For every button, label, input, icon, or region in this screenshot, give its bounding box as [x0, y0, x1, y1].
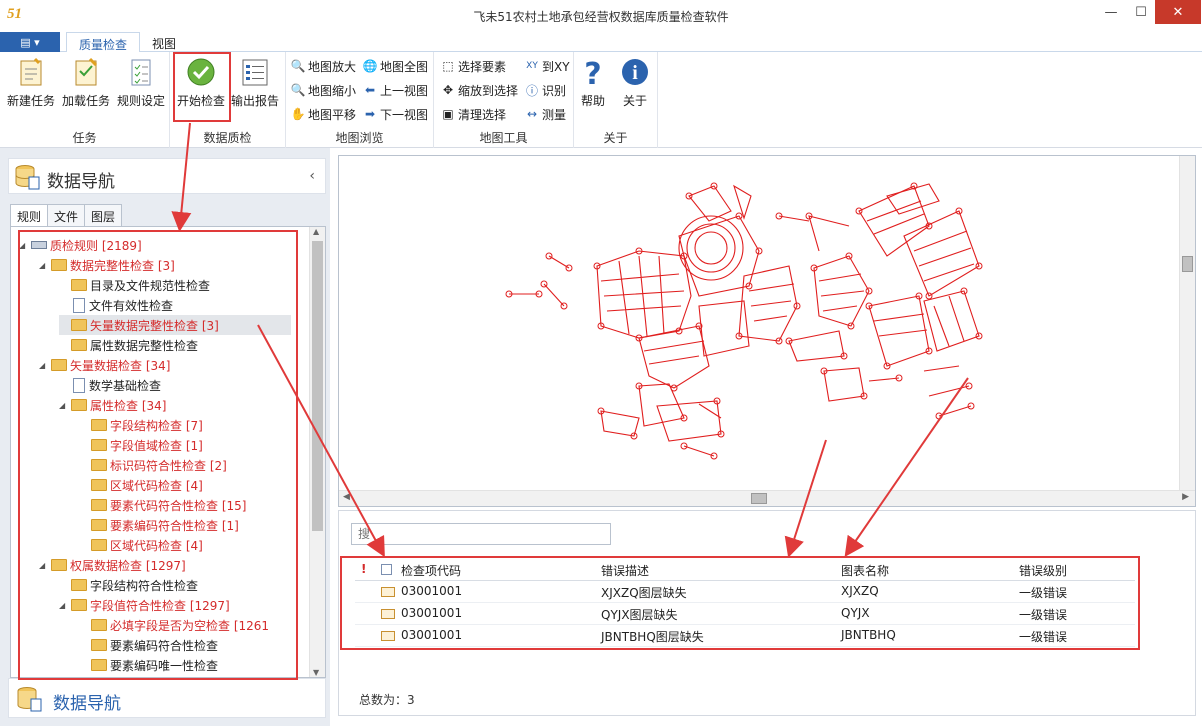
zoom-in-icon: 🔍 — [290, 59, 306, 73]
pan-button[interactable]: ✋ 地图平移 — [290, 103, 357, 125]
map-view[interactable]: ◀ ▶ — [338, 155, 1196, 507]
svg-text:?: ? — [584, 57, 601, 88]
tab-layers[interactable]: 图层 — [84, 204, 123, 226]
full-extent-button[interactable]: 🌐 地图全图 — [362, 55, 429, 77]
ribbon-group-task: 新建任务 加载任务 规则设定 任务 — [0, 52, 170, 148]
ribbon-group-label: 地图工具 — [479, 131, 528, 145]
ribbon-group-label: 关于 — [603, 131, 628, 145]
database-icon — [13, 163, 41, 194]
ribbon-group-about: ? 帮助 i 关于 关于 — [574, 52, 658, 148]
measure-button[interactable]: ↔ 测量 — [524, 103, 566, 125]
map-vertical-scrollbar[interactable] — [1179, 156, 1195, 490]
zoom-to-selection-button[interactable]: ✥ 缩放到选择 — [440, 79, 518, 101]
identify-button[interactable]: ⓘ 识别 — [524, 79, 566, 101]
svg-text:i: i — [632, 62, 638, 84]
zoom-out-icon: 🔍 — [290, 83, 306, 97]
window-title: 飞未51农村土地承包经营权数据库质量检查软件 — [473, 10, 729, 24]
collapse-chevron-icon[interactable]: ‹ — [309, 168, 315, 184]
total-count: 总数为：3 — [359, 693, 415, 707]
parcel-features — [509, 183, 980, 457]
scrollbar-thumb[interactable] — [751, 493, 767, 504]
nav-footer-title: 数据导航 — [53, 694, 121, 714]
zoom-selection-icon: ✥ — [442, 83, 454, 97]
new-task-icon — [15, 56, 47, 88]
close-button[interactable]: ✕ — [1155, 0, 1201, 24]
scroll-down-icon[interactable]: ▼ — [313, 668, 319, 677]
annotation-box-rule-tree — [18, 230, 298, 680]
report-icon — [239, 56, 271, 88]
search-input[interactable] — [351, 523, 611, 545]
annotation-box-results — [340, 556, 1140, 650]
zoom-out-button[interactable]: 🔍 地图缩小 — [290, 79, 357, 101]
rule-setting-button[interactable]: 规则设定 — [114, 56, 168, 109]
scroll-left-icon[interactable]: ◀ — [343, 492, 350, 502]
maximize-button[interactable]: ☐ — [1124, 0, 1158, 24]
nav-header: 数据导航 ‹ — [8, 158, 326, 194]
globe-icon: 🌐 — [362, 59, 378, 73]
arrow-left-icon: ⬅ — [364, 83, 376, 97]
prev-view-button[interactable]: ⬅ 上一视图 — [362, 79, 428, 101]
scrollbar-thumb[interactable] — [1182, 256, 1193, 272]
scrollbar-thumb[interactable] — [312, 241, 323, 531]
ruler-icon: ↔ — [526, 107, 538, 121]
new-task-button[interactable]: 新建任务 — [4, 56, 58, 109]
xy-icon: XY — [526, 61, 538, 71]
map-horizontal-scrollbar[interactable]: ◀ ▶ — [339, 490, 1195, 506]
goto-xy-button[interactable]: XY 到XY — [524, 55, 569, 77]
tab-quality-check[interactable]: 质量检查 — [66, 32, 141, 53]
rule-setting-icon — [125, 56, 157, 88]
ribbon-group-browse: 🔍 地图放大 🌐 地图全图 🔍 地图缩小 ⬅ 上一视图 ✋ 地图平移 ➡ 下一视图 地图浏览 — [286, 52, 434, 148]
info-icon: ⓘ — [525, 83, 538, 98]
scroll-right-icon[interactable]: ▶ — [1182, 492, 1189, 502]
tab-view[interactable]: 视图 — [140, 32, 188, 52]
tab-files[interactable]: 文件 — [47, 204, 86, 226]
clear-icon: ▣ — [442, 107, 454, 121]
ribbon-tab-row: ▤ ▾ 质量检查 视图 — [0, 32, 1202, 53]
scroll-up-icon[interactable]: ▲ — [313, 227, 319, 236]
tab-rules[interactable]: 规则 — [10, 204, 49, 227]
annotation-box-start-check — [173, 52, 231, 122]
minimize-button[interactable]: — — [1094, 0, 1128, 24]
select-arrow-icon: ⬚ — [442, 59, 454, 73]
tree-scrollbar[interactable]: ▲ ▼ — [309, 227, 325, 677]
select-feature-button[interactable]: ⬚ 选择要素 — [440, 55, 506, 77]
help-button[interactable]: ? 帮助 — [570, 56, 616, 109]
load-task-button[interactable]: 加载任务 — [59, 56, 113, 109]
ribbon-group-label: 任务 — [72, 131, 97, 145]
app-menu-button[interactable]: ▤ ▾ — [0, 32, 60, 52]
info-circle-icon: i — [619, 56, 651, 88]
about-button[interactable]: i 关于 — [612, 56, 658, 109]
ribbon-group-label: 地图浏览 — [335, 131, 384, 145]
next-view-button[interactable]: ➡ 下一视图 — [362, 103, 428, 125]
left-tabs: 规则 文件 图层 — [10, 204, 123, 227]
map-canvas[interactable] — [339, 156, 1179, 490]
title-bar: 51 飞未51农村土地承包经营权数据库质量检查软件 — ☐ ✕ — [0, 0, 1202, 32]
zoom-in-button[interactable]: 🔍 地图放大 — [290, 55, 357, 77]
clear-selection-button[interactable]: ▣ 清理选择 — [440, 103, 506, 125]
arrow-right-icon: ➡ — [364, 107, 376, 121]
hand-icon: ✋ — [290, 107, 306, 121]
database-icon — [15, 685, 43, 716]
ribbon-group-tools: ⬚ 选择要素 XY 到XY ✥ 缩放到选择 ⓘ 识别 ▣ 清理选择 ↔ 测量 地图工具 — [434, 52, 574, 148]
ribbon-group-label: 数据质检 — [203, 131, 252, 145]
question-icon: ? — [577, 56, 609, 88]
load-task-icon — [70, 56, 102, 88]
app-menu-icon: ▤ ▾ — [20, 35, 40, 49]
export-report-button[interactable]: 输出报告 — [228, 56, 282, 109]
nav-title: 数据导航 — [47, 172, 115, 192]
nav-footer[interactable]: 数据导航 — [8, 678, 326, 718]
